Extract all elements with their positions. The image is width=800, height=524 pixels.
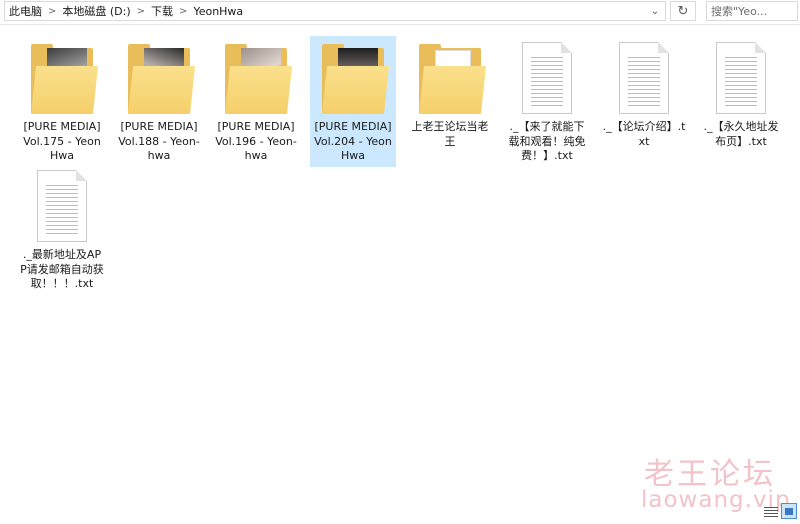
folder-icon (415, 42, 487, 116)
details-view-icon[interactable] (764, 506, 778, 518)
address-toolbar: 此电脑 > 本地磁盘 (D:) > 下载 > YeonHwa ⌄ ↻ (0, 0, 800, 25)
breadcrumb-item-downloads[interactable]: 下载 (151, 3, 173, 19)
item-label: ._【来了就能下载和观看！纯免费！】.txt (508, 120, 586, 162)
large-icons-view-icon[interactable] (781, 503, 797, 519)
item-label: [PURE MEDIA] Vol.188 - Yeon-hwa (118, 120, 200, 162)
folder-icon (27, 42, 99, 116)
text-file-icon (609, 42, 679, 116)
folder-item-selected[interactable]: [PURE MEDIA] Vol.204 - YeonHwa (310, 36, 396, 167)
folder-icon (221, 42, 293, 116)
refresh-icon[interactable]: ↻ (670, 1, 696, 21)
text-file-icon (512, 42, 582, 116)
folder-item[interactable]: [PURE MEDIA] Vol.175 - YeonHwa (19, 36, 105, 167)
breadcrumb-item-yeonhwa[interactable]: YeonHwa (193, 5, 243, 18)
item-label: ._最新地址及APP请发邮箱自动获取！！！.txt (20, 248, 104, 290)
breadcrumb-item-drive-d[interactable]: 本地磁盘 (D:) (62, 3, 130, 19)
text-file-item[interactable]: ._最新地址及APP请发邮箱自动获取！！！.txt (19, 164, 105, 295)
chevron-right-icon: > (48, 5, 57, 17)
folder-item[interactable]: 上老王论坛当老王 (407, 36, 493, 152)
chevron-down-icon[interactable]: ⌄ (646, 2, 664, 20)
folder-item[interactable]: [PURE MEDIA] Vol.188 - Yeon-hwa (116, 36, 202, 167)
text-file-item[interactable]: ._【论坛介绍】.txt (601, 36, 687, 152)
item-label: ._【论坛介绍】.txt (602, 120, 686, 148)
item-label: [PURE MEDIA] Vol.196 - Yeon-hwa (215, 120, 297, 162)
breadcrumb-item-this-pc[interactable]: 此电脑 (9, 3, 42, 19)
search-box[interactable] (706, 1, 798, 21)
chevron-right-icon: > (179, 5, 188, 17)
item-label: ._【永久地址发布页】.txt (703, 120, 779, 148)
folder-icon (318, 42, 390, 116)
breadcrumb[interactable]: 此电脑 > 本地磁盘 (D:) > 下载 > YeonHwa (4, 1, 666, 21)
chevron-right-icon: > (136, 5, 146, 17)
search-input[interactable] (711, 3, 795, 19)
text-file-icon (706, 42, 776, 116)
folder-icon (124, 42, 196, 116)
text-file-item[interactable]: ._【来了就能下载和观看！纯免费！】.txt (504, 36, 590, 167)
text-file-item[interactable]: ._【永久地址发布页】.txt (698, 36, 784, 152)
item-label: [PURE MEDIA] Vol.204 - YeonHwa (314, 120, 392, 162)
item-label: 上老王论坛当老王 (411, 120, 489, 148)
item-label: [PURE MEDIA] Vol.175 - YeonHwa (23, 120, 101, 162)
folder-item[interactable]: [PURE MEDIA] Vol.196 - Yeon-hwa (213, 36, 299, 167)
text-file-icon (27, 170, 97, 244)
